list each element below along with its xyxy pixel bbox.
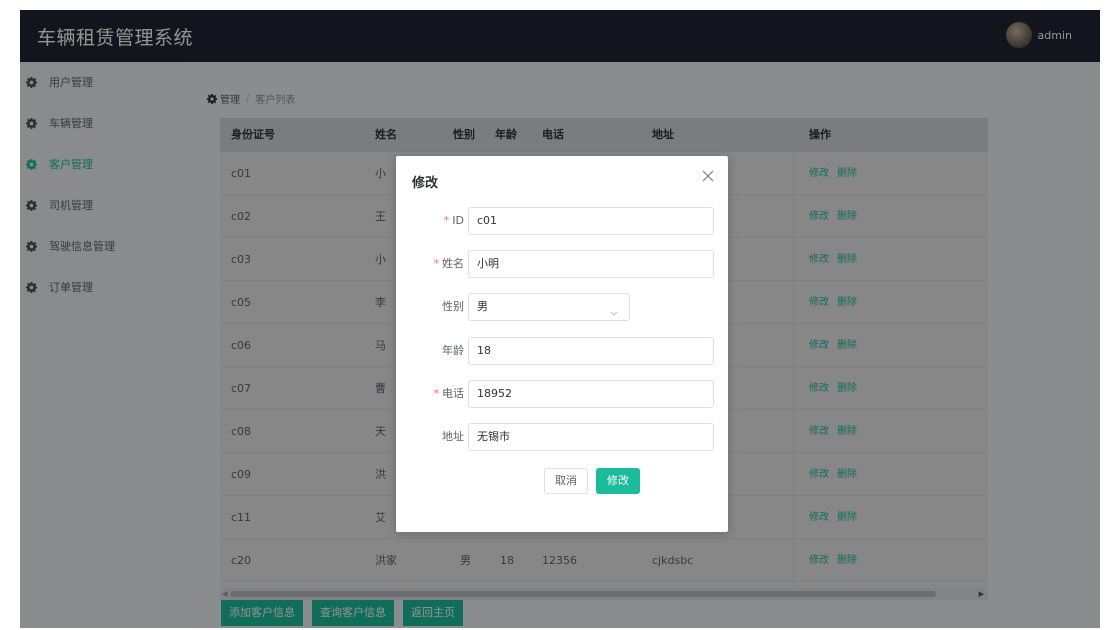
cancel-button[interactable]: 取消 <box>544 468 588 494</box>
age-label: 年龄 <box>442 344 464 357</box>
app-root: 车辆租赁管理系统 admin 用户管理 车辆管理 客户管理 司机管理 驾驶信息管… <box>0 0 1110 630</box>
required-mark: * <box>433 257 440 270</box>
address-label: 地址 <box>442 430 464 443</box>
form-row-address: 地址 无锡市 <box>396 423 728 451</box>
name-field[interactable]: 小明 <box>468 250 714 278</box>
gender-select-value: 男 <box>477 300 488 313</box>
name-label: * 姓名 <box>433 257 465 270</box>
form-row-id: * ID c01 <box>396 207 728 235</box>
chevron-down-icon <box>609 302 619 328</box>
form-row-name: * 姓名 小明 <box>396 250 728 278</box>
phone-label: * 电话 <box>433 387 465 400</box>
form-row-gender: 性别 男 <box>396 293 728 321</box>
dialog-footer: 取消 修改 <box>544 468 640 494</box>
submit-edit-button[interactable]: 修改 <box>596 468 640 494</box>
age-field[interactable]: 18 <box>468 337 714 365</box>
form-row-phone: * 电话 18952 <box>396 380 728 408</box>
phone-field[interactable]: 18952 <box>468 380 714 408</box>
gender-select[interactable]: 男 <box>468 293 630 321</box>
form-row-age: 年龄 18 <box>396 337 728 365</box>
id-label: * ID <box>443 214 464 227</box>
gender-label: 性别 <box>442 300 464 313</box>
required-mark: * <box>433 387 440 400</box>
close-icon[interactable] <box>700 168 716 184</box>
required-mark: * <box>443 214 450 227</box>
address-field[interactable]: 无锡市 <box>468 423 714 451</box>
edit-customer-dialog: 修改 * ID c01 * 姓名 小明 性别 男 年龄 18 * 电话 18952 <box>396 156 728 532</box>
id-field[interactable]: c01 <box>468 207 714 235</box>
dialog-title: 修改 <box>412 176 439 191</box>
